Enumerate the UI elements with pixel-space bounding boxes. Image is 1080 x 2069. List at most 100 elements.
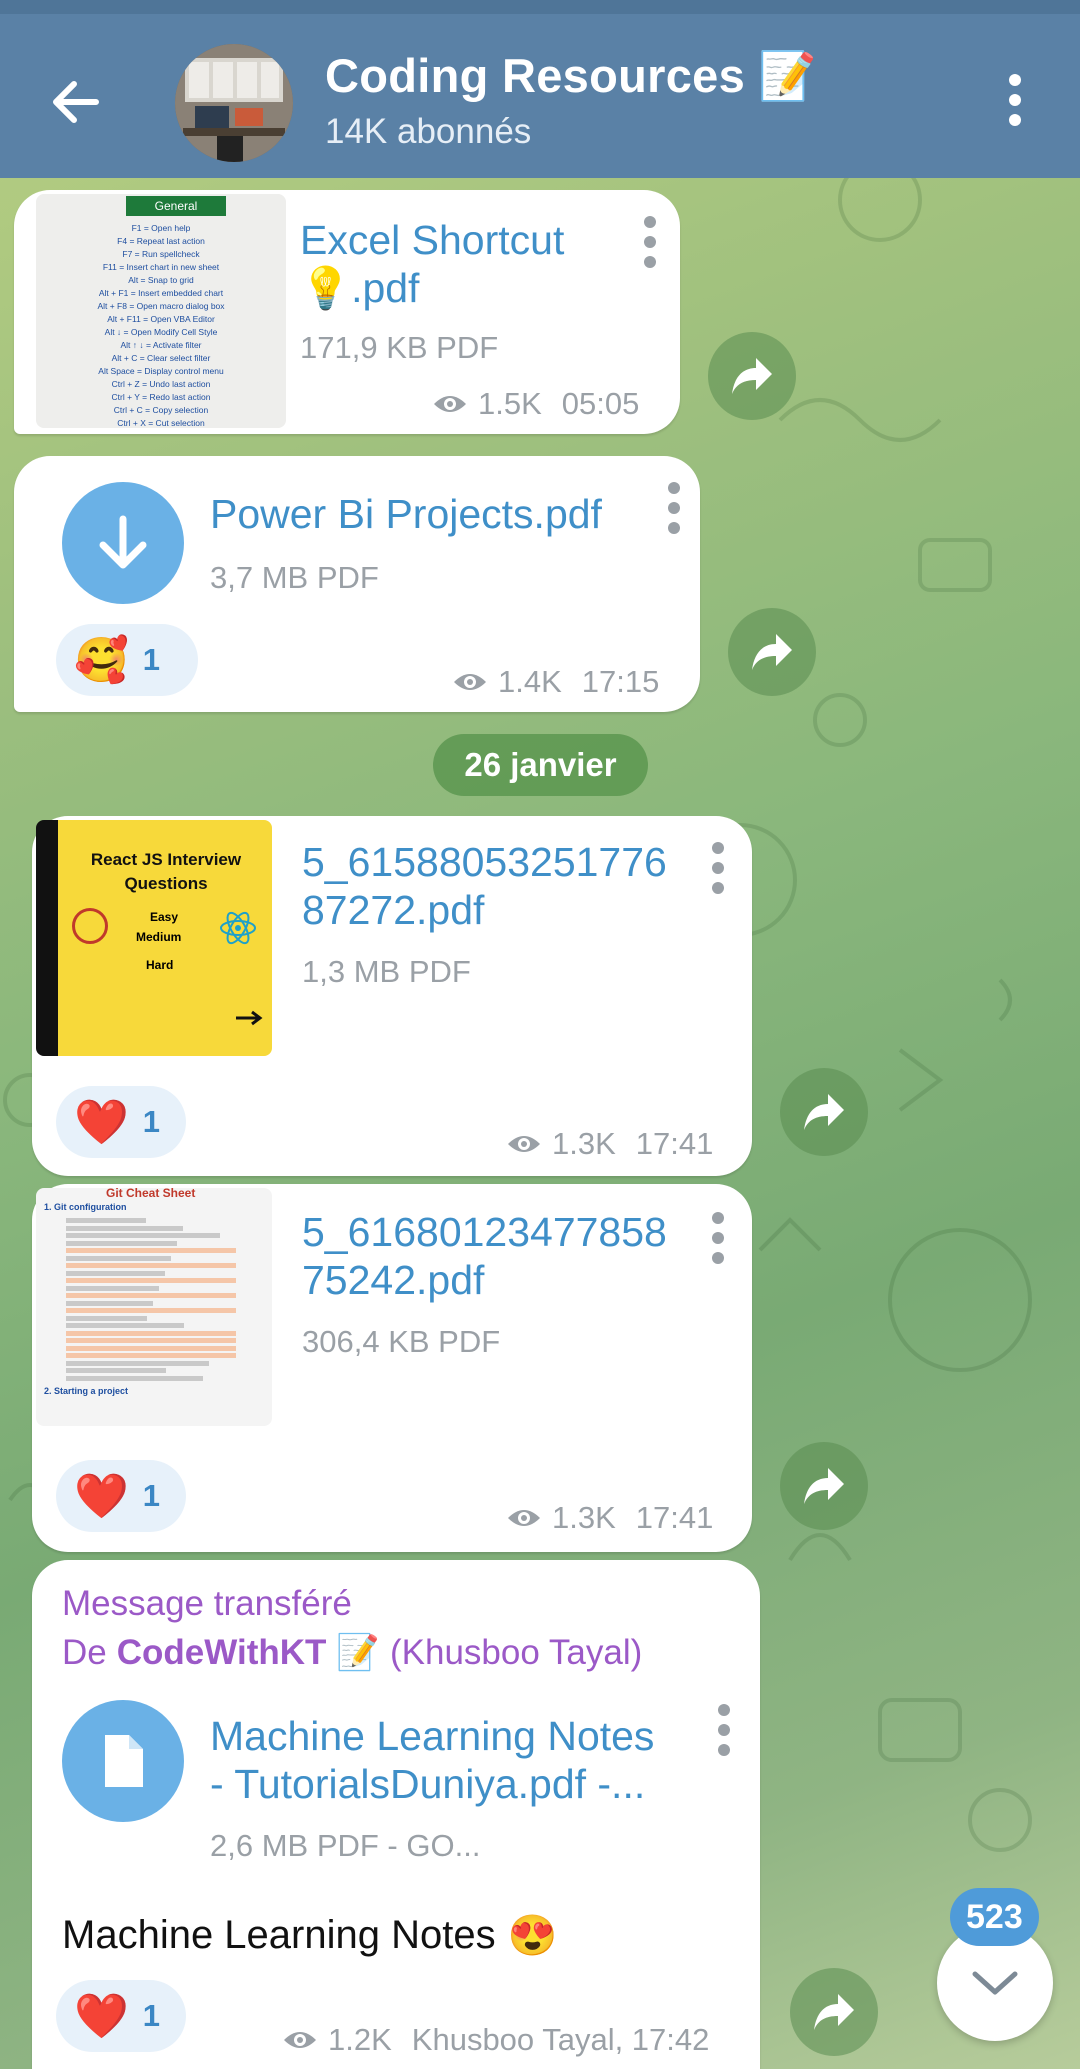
share-button[interactable] [728, 608, 816, 696]
file-size: 306,4 KB PDF [302, 1324, 501, 1359]
download-icon [99, 515, 147, 569]
message-bubble[interactable]: Power Bi Projects.pdf 3,7 MB PDF 🥰 1 1.4… [14, 456, 700, 712]
thumb-command-row [66, 1248, 236, 1253]
file-name[interactable]: Excel Shortcut 💡.pdf [300, 216, 564, 312]
thumb-command-row [66, 1270, 165, 1276]
share-button[interactable] [708, 332, 796, 420]
file-size: 171,9 KB PDF [300, 330, 499, 365]
share-icon [804, 1468, 844, 1504]
file-name[interactable]: 5_61680123477858 75242.pdf [302, 1208, 667, 1304]
thumb-shortcut-line: Ctrl + X = Cut selection [117, 418, 205, 428]
file-name[interactable]: Power Bi Projects.pdf [210, 490, 602, 538]
thumb-command-row [66, 1345, 236, 1351]
more-vert-icon [668, 482, 680, 534]
message-menu-button[interactable] [712, 1702, 736, 1758]
thumb-section: 1. Git configuration [44, 1202, 127, 1212]
message-bubble[interactable]: General F1 = Open help F4 = Repeat last a… [14, 190, 680, 434]
thumb-section: 2. Starting a project [44, 1386, 129, 1396]
view-count: 1.5K [478, 386, 542, 421]
thumb-shortcut-line: Alt ↓ = Open Modify Cell Style [104, 327, 218, 337]
file-thumbnail[interactable]: General F1 = Open help F4 = Repeat last a… [36, 194, 286, 428]
file-name-line: 75242.pdf [302, 1257, 485, 1303]
file-size: 1,3 MB PDF [302, 954, 471, 989]
thumb-command-row [66, 1293, 236, 1298]
more-vert-icon [644, 216, 656, 268]
message-menu-button[interactable] [706, 1210, 730, 1266]
eye-icon [284, 2032, 316, 2048]
chevron-down-icon [972, 1971, 1018, 1995]
thumb-command-row [66, 1315, 147, 1321]
more-vert-icon [718, 1704, 730, 1756]
file-name-line: .pdf [351, 265, 420, 311]
thumb-command-row [66, 1233, 220, 1238]
forwarded-from[interactable]: De CodeWithKT 📝 (Khusboo Tayal) [62, 1632, 642, 1673]
message-caption: Machine Learning Notes 😍 [62, 1912, 557, 1959]
file-name-line: 87272.pdf [302, 887, 485, 933]
file-name[interactable]: Machine Learning Notes - TutorialsDuniya… [210, 1712, 654, 1808]
thumb-command-row [66, 1240, 177, 1246]
react-logo-icon [220, 911, 256, 945]
message-meta: 1.5K 05:05 [432, 386, 639, 422]
file-thumbnail[interactable]: Git Cheat Sheet 1. Git configuration 2. … [36, 1188, 272, 1426]
eye-icon [454, 674, 486, 690]
thumb-shortcut-line: Ctrl + Y = Redo last action [111, 392, 211, 402]
smiling-hearts-emoji: 🥰 [74, 636, 129, 685]
reaction-count: 1 [142, 1998, 161, 2033]
thumb-level: Hard [146, 958, 174, 972]
subscriber-count: 14K abonnés [325, 112, 532, 151]
message-time: 05:05 [561, 386, 640, 421]
channel-avatar[interactable] [175, 44, 293, 162]
thumb-shortcut-line: F7 = Run spellcheck [122, 249, 200, 259]
forwarded-from-prefix: De [62, 1632, 107, 1672]
reaction-chip[interactable]: ❤️ 1 [56, 1086, 186, 1158]
thumb-command-row [66, 1278, 236, 1283]
channel-title[interactable]: Coding Resources 📝 [325, 48, 817, 104]
eye-icon [434, 396, 466, 412]
message-time: 17:41 [635, 1500, 714, 1535]
heart-emoji: ❤️ [74, 1472, 129, 1521]
download-button[interactable] [62, 482, 184, 604]
file-button[interactable] [62, 1700, 184, 1822]
thumb-command-row [66, 1263, 236, 1268]
forwarded-from-name[interactable]: CodeWithKT [117, 1633, 327, 1673]
message-bubble[interactable]: React JS Interview Questions Easy Medium… [32, 816, 752, 1176]
file-name[interactable]: 5_61588053251776 87272.pdf [302, 838, 667, 934]
thumb-title: Git Cheat Sheet [106, 1188, 196, 1200]
thumb-command-row [66, 1323, 184, 1328]
file-name-line: Machine Learning Notes [210, 1713, 655, 1759]
thumb-shortcut-list: F1 = Open help F4 = Repeat last action F7 … [36, 222, 286, 428]
thumb-shortcut-line: Alt ↑ ↓ = Activate filter [120, 340, 202, 350]
back-button[interactable] [44, 70, 108, 134]
message-bubble[interactable]: Git Cheat Sheet 1. Git configuration 2. … [32, 1184, 752, 1552]
thumb-shortcut-line: F11 = Insert chart in new sheet [102, 262, 220, 272]
reaction-chip[interactable]: ❤️ 1 [56, 1460, 186, 1532]
more-options-button[interactable] [1000, 72, 1030, 128]
reaction-count: 1 [142, 1478, 161, 1513]
file-name-line: - TutorialsDuniya.pdf -... [210, 1761, 646, 1807]
file-size: 3,7 MB PDF [210, 560, 379, 595]
file-thumbnail[interactable]: React JS Interview Questions Easy Medium… [36, 820, 272, 1056]
share-button[interactable] [790, 1968, 878, 2056]
reaction-chip[interactable]: 🥰 1 [56, 624, 198, 696]
forwarded-label: Message transféré [62, 1584, 352, 1623]
thumb-command-row [66, 1353, 236, 1358]
share-icon [732, 358, 772, 394]
eye-icon [508, 1510, 540, 1526]
message-menu-button[interactable] [662, 480, 686, 536]
share-button[interactable] [780, 1068, 868, 1156]
message-bubble[interactable]: Message transféré De CodeWithKT 📝 (Khusb… [32, 1560, 760, 2069]
view-count: 1.3K [552, 1126, 616, 1161]
more-vert-icon [712, 842, 724, 894]
reaction-chip[interactable]: ❤️ 1 [56, 1980, 186, 2052]
thumb-header: General [126, 196, 226, 216]
message-menu-button[interactable] [638, 214, 662, 270]
view-count: 1.3K [552, 1500, 616, 1535]
eye-icon [508, 1136, 540, 1152]
status-bar [0, 0, 1080, 14]
thumb-command-row [66, 1338, 236, 1343]
share-icon [752, 634, 792, 670]
message-menu-button[interactable] [706, 840, 730, 896]
share-icon [804, 1094, 844, 1130]
message-time: 17:41 [635, 1126, 714, 1161]
share-button[interactable] [780, 1442, 868, 1530]
